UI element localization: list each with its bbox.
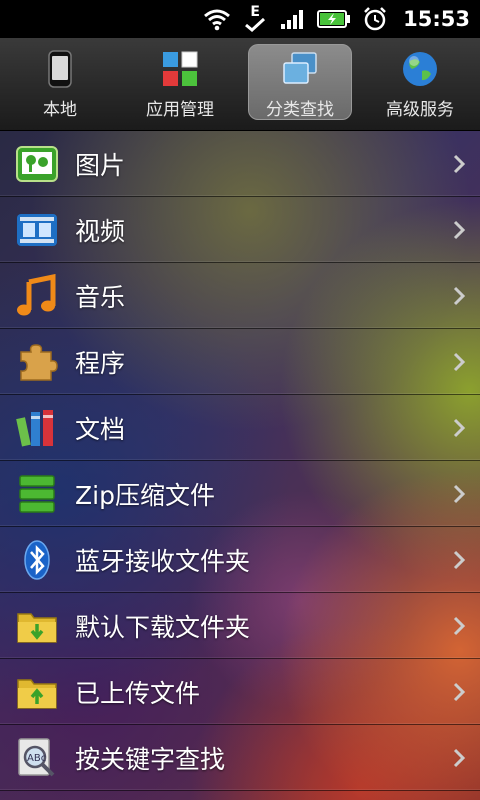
network-type-icon: E [241, 5, 269, 33]
list-item-label: 音乐 [75, 282, 126, 312]
chevron-right-icon [453, 748, 466, 767]
books-icon [16, 409, 53, 447]
status-bar: E 15:53 [0, 0, 480, 38]
tab-advanced-services-label: 高级服务 [386, 99, 454, 120]
category-windows-icon [283, 51, 317, 84]
tab-app-management-label: 应用管理 [146, 99, 214, 120]
puzzle-piece-icon [20, 343, 58, 381]
network-type-label: E [250, 4, 260, 20]
list-item-music[interactable]: 音乐 [0, 263, 480, 329]
tab-app-management[interactable]: 应用管理 [120, 38, 240, 130]
chevron-right-icon [453, 154, 466, 173]
list-item-label: 文档 [75, 414, 126, 444]
list-item-label: 视频 [75, 216, 126, 246]
download-folder-icon [17, 612, 57, 643]
chevron-right-icon [453, 484, 466, 503]
list-item-label: 程序 [75, 348, 126, 378]
tab-category-search[interactable]: 分类查找 [240, 38, 360, 130]
list-item-download-folder[interactable]: 默认下载文件夹 [0, 593, 480, 659]
tab-category-search-label: 分类查找 [266, 99, 334, 120]
clock: 15:53 [403, 7, 470, 31]
list-item-bluetooth-folder[interactable]: 蓝牙接收文件夹 [0, 527, 480, 593]
video-film-icon [17, 213, 57, 246]
phone-icon [48, 49, 72, 88]
list-item-zip-files[interactable]: Zip压缩文件 [0, 461, 480, 527]
list-item-videos[interactable]: 视频 [0, 197, 480, 263]
list-item-label: 图片 [75, 150, 126, 180]
keyword-search-icon: ABc [18, 737, 55, 776]
list-item-label: 按关键字查找 [75, 744, 226, 774]
chevron-right-icon [453, 682, 466, 701]
zip-archive-icon [19, 474, 55, 513]
list-item-label: Zip压缩文件 [75, 480, 215, 510]
picture-icon [16, 145, 58, 182]
apps-grid-icon [163, 51, 198, 86]
signal-strength-icon [279, 5, 307, 33]
chevron-right-icon [453, 352, 466, 371]
chevron-right-icon [453, 616, 466, 635]
list-item-label: 默认下载文件夹 [75, 612, 251, 642]
chevron-right-icon [453, 220, 466, 239]
tab-advanced-services[interactable]: 高级服务 [360, 38, 480, 130]
wifi-icon [203, 5, 231, 33]
list-item-label: 已上传文件 [75, 678, 201, 708]
list-item-documents[interactable]: 文档 [0, 395, 480, 461]
battery-charging-icon [317, 5, 351, 33]
list-item-label: 蓝牙接收文件夹 [75, 546, 251, 576]
globe-icon [403, 51, 437, 86]
chevron-right-icon [453, 418, 466, 437]
bluetooth-icon [24, 539, 50, 580]
category-list: 图片 视频 音乐 程序 文档 Zip压缩文件 蓝牙接收文件夹 默认下载文件夹 已… [0, 131, 480, 800]
svg-text:ABc: ABc [27, 753, 46, 764]
tab-local[interactable]: 本地 [0, 38, 120, 130]
list-item-programs[interactable]: 程序 [0, 329, 480, 395]
chevron-right-icon [453, 550, 466, 569]
alarm-clock-icon [361, 5, 389, 33]
tab-bar: 本地 应用管理 分类查找 高级服务 [0, 38, 480, 131]
list-item-pictures[interactable]: 图片 [0, 131, 480, 197]
music-note-icon [17, 273, 56, 315]
tab-local-label: 本地 [43, 99, 77, 120]
list-item-uploaded-files[interactable]: 已上传文件 [0, 659, 480, 725]
list-item-keyword-search[interactable]: ABc 按关键字查找 [0, 725, 480, 791]
upload-folder-icon [17, 678, 57, 709]
chevron-right-icon [453, 286, 466, 305]
